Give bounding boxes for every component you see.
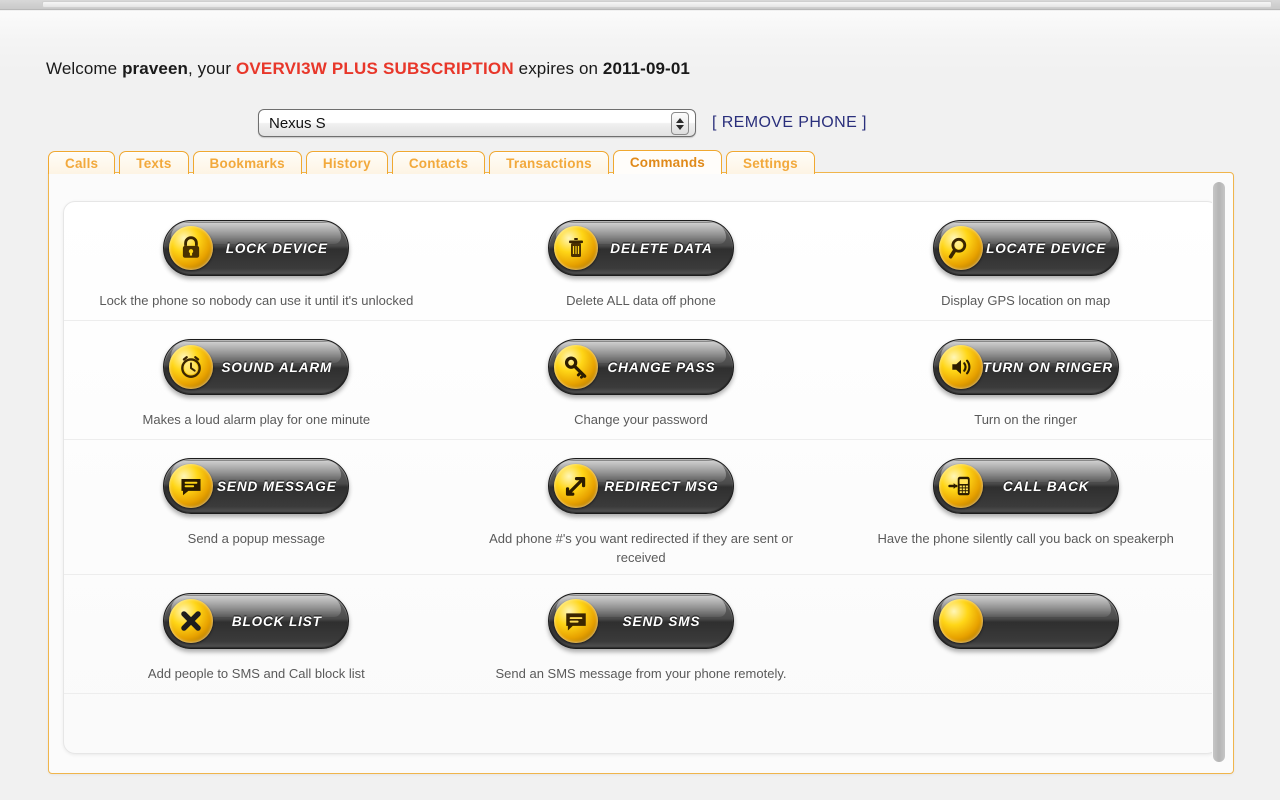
- command-button-label: LOCK DEVICE: [225, 240, 328, 256]
- command-cell: [833, 575, 1218, 665]
- command-cell: LOCATE DEVICE Display GPS location on map: [833, 202, 1218, 311]
- command-button-label: REDIRECT MSG: [604, 478, 719, 494]
- command-button-send-sms[interactable]: SEND SMS: [548, 593, 734, 649]
- command-cell: SEND MESSAGE Send a popup message: [64, 440, 449, 549]
- command-button-label: SOUND ALARM: [221, 359, 333, 375]
- scrollbar-thumb[interactable]: [1213, 182, 1225, 762]
- expires-label: expires on: [513, 59, 603, 78]
- command-button-sound-alarm[interactable]: SOUND ALARM: [163, 339, 350, 395]
- command-cell: CHANGE PASS Change your password: [449, 321, 834, 430]
- magnifier-icon: [938, 226, 983, 270]
- chevron-up-icon: [676, 117, 684, 123]
- command-description: Send an SMS message from your phone remo…: [495, 666, 787, 681]
- phone-select-stepper-icon[interactable]: [671, 112, 689, 135]
- tab-settings[interactable]: Settings: [725, 151, 815, 174]
- command-button-block-list[interactable]: BLOCK LIST: [163, 593, 350, 649]
- command-description: Delete ALL data off phone: [566, 293, 716, 308]
- command-button-label: TURN ON RINGER: [982, 359, 1114, 375]
- command-button-label: SEND MESSAGE: [217, 478, 337, 494]
- sms-bubble-icon: [554, 599, 598, 643]
- command-cell: TURN ON RINGER Turn on the ringer: [833, 321, 1218, 430]
- command-description: Add people to SMS and Call block list: [147, 666, 365, 681]
- command-description: Have the phone silently call you back on…: [877, 531, 1174, 546]
- command-description: Add phone #'s you want redirected if the…: [489, 531, 793, 565]
- welcome-username: praveen: [122, 59, 188, 78]
- command-button-label: LOCATE DEVICE: [986, 240, 1107, 256]
- command-cell: SEND SMS Send an SMS message from your ph…: [449, 575, 834, 684]
- command-button-locate-device[interactable]: LOCATE DEVICE: [932, 220, 1119, 276]
- tab-calls[interactable]: Calls: [48, 151, 116, 174]
- command-button-lock-device[interactable]: LOCK DEVICE: [163, 220, 350, 276]
- arrow-redirect-icon: [554, 464, 598, 508]
- command-cell: SOUND ALARM Makes a loud alarm play for o…: [64, 321, 449, 430]
- remove-phone-link[interactable]: [ REMOVE PHONE ]: [712, 114, 867, 132]
- tab-contacts[interactable]: Contacts: [391, 151, 486, 174]
- command-cell: BLOCK LIST Add people to SMS and Call blo…: [64, 575, 449, 684]
- command-cell: CALL BACK Have the phone silently call yo…: [833, 440, 1218, 549]
- command-button-label: SEND SMS: [622, 613, 701, 629]
- trash-can-icon: [554, 226, 598, 270]
- command-button-redirect-msg[interactable]: REDIRECT MSG: [548, 458, 734, 514]
- chevron-down-icon: [676, 124, 684, 130]
- tab-texts[interactable]: Texts: [119, 151, 189, 174]
- subscription-name: OVERVI3W PLUS SUBSCRIPTION: [235, 59, 514, 78]
- browser-toolbar-sliver: [42, 1, 1272, 8]
- command-row: BLOCK LIST Add people to SMS and Call blo…: [64, 575, 1218, 694]
- alarm-clock-icon: [169, 345, 214, 389]
- command-row: SEND MESSAGE Send a popup message REDIRECT…: [64, 440, 1218, 575]
- welcome-prefix: Welcome: [46, 59, 123, 78]
- command-row: LOCK DEVICE Lock the phone so nobody can …: [64, 202, 1218, 321]
- phone-selector-row: Nexus S [ REMOVE PHONE ]: [258, 109, 867, 137]
- command-button-turn-on-ringer[interactable]: TURN ON RINGER: [932, 339, 1119, 395]
- welcome-middle: , your: [187, 59, 236, 78]
- command-description: Change your password: [574, 412, 708, 427]
- expiry-date: 2011-09-01: [602, 59, 690, 78]
- command-button-blank[interactable]: [932, 593, 1119, 649]
- commands-panel: LOCK DEVICE Lock the phone so nobody can …: [63, 201, 1219, 754]
- command-cell: LOCK DEVICE Lock the phone so nobody can …: [64, 202, 449, 311]
- speech-bubble-icon: [169, 464, 214, 508]
- command-button-send-message[interactable]: SEND MESSAGE: [163, 458, 350, 514]
- tab-bookmarks[interactable]: Bookmarks: [192, 151, 302, 174]
- command-description: Send a popup message: [187, 531, 325, 546]
- command-cell: REDIRECT MSG Add phone #'s you want redir…: [449, 440, 834, 568]
- command-row: SOUND ALARM Makes a loud alarm play for o…: [64, 321, 1218, 440]
- command-button-call-back[interactable]: CALL BACK: [932, 458, 1119, 514]
- browser-chrome-strip: [0, 0, 1280, 10]
- commands-content-frame: LOCK DEVICE Lock the phone so nobody can …: [48, 172, 1234, 774]
- command-button-label: CHANGE PASS: [607, 359, 716, 375]
- tab-transactions[interactable]: Transactions: [489, 151, 609, 174]
- mobile-phone-icon: [938, 464, 983, 508]
- command-button-label: CALL BACK: [1002, 478, 1090, 494]
- phone-select-value: Nexus S: [269, 114, 326, 132]
- phone-select[interactable]: Nexus S: [258, 109, 696, 137]
- tab-history[interactable]: History: [305, 151, 388, 174]
- command-description: Display GPS location on map: [941, 293, 1111, 308]
- panel-scrollbar[interactable]: [1212, 180, 1226, 768]
- tab-commands[interactable]: Commands: [612, 150, 722, 174]
- padlock-icon: [169, 226, 214, 270]
- command-button-delete-data[interactable]: DELETE DATA: [548, 220, 734, 276]
- command-description: Turn on the ringer: [974, 412, 1078, 427]
- command-button-change-pass[interactable]: CHANGE PASS: [548, 339, 734, 395]
- speaker-icon: [938, 345, 983, 389]
- page-body: Welcome praveen, your OVERVI3W PLUS SUBS…: [0, 11, 1280, 800]
- command-cell: DELETE DATA Delete ALL data off phone: [449, 202, 834, 311]
- key-icon: [554, 345, 598, 389]
- blank-gold-icon: [938, 599, 983, 643]
- tab-bar: Calls Texts Bookmarks History Contacts Transa…: [48, 150, 819, 174]
- command-description: Makes a loud alarm play for one minute: [142, 412, 371, 427]
- welcome-banner: Welcome praveen, your OVERVI3W PLUS SUBS…: [46, 59, 690, 79]
- command-button-label: BLOCK LIST: [231, 613, 322, 629]
- x-cross-icon: [169, 599, 214, 643]
- command-description: Lock the phone so nobody can use it unti…: [99, 293, 414, 308]
- command-button-label: DELETE DATA: [610, 240, 713, 256]
